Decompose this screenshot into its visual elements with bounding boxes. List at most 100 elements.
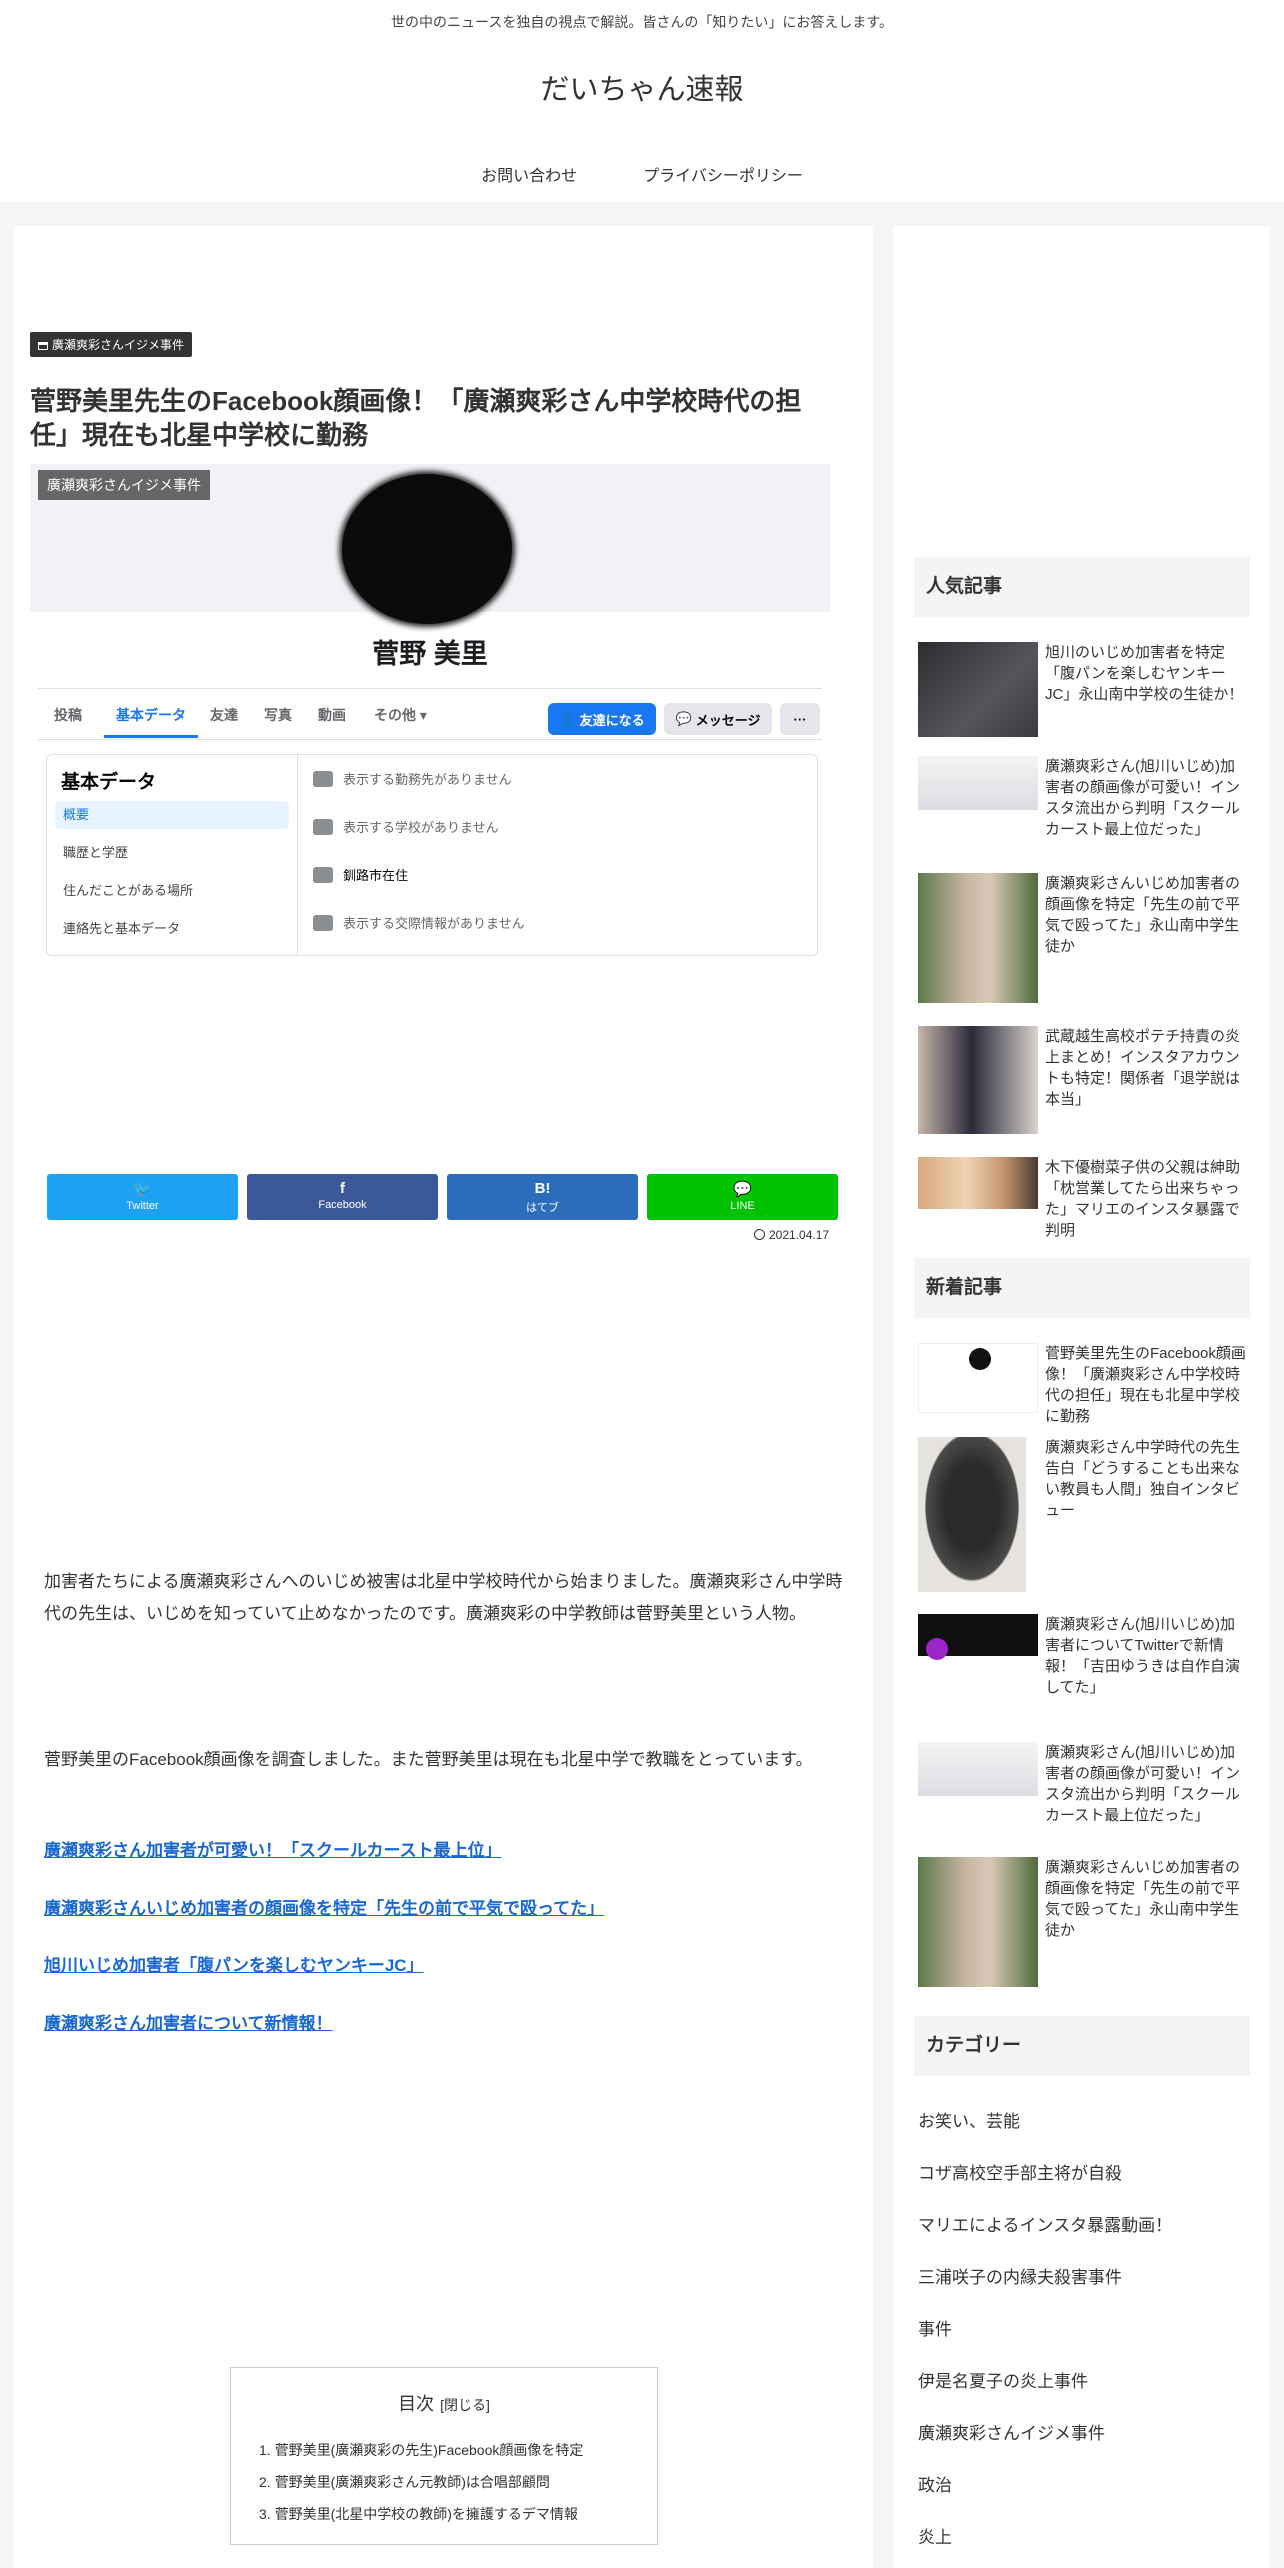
line-icon: 💬 <box>733 1181 752 1198</box>
new-post-thumbnail <box>918 1343 1038 1413</box>
folder-icon <box>38 342 48 350</box>
clock-icon <box>754 1229 765 1240</box>
category-heading: カテゴリー <box>914 2016 1250 2076</box>
fb-about-item: 職歴と学歴 <box>63 845 129 860</box>
fb-about-row-text: 釧路市在住 <box>343 868 409 883</box>
fb-message-label: メッセージ <box>695 712 761 728</box>
popular-item[interactable]: 武蔵越生高校ポテチ持責の炎上まとめ！インスタアカウントも特定！関係者「退学説は本… <box>918 1026 1248 1134</box>
share-twitter-button[interactable]: 🐦 Twitter <box>47 1174 238 1220</box>
add-friend-icon: 👤 <box>559 711 576 726</box>
popular-item-title: 木下優樹菜子供の父親は紳助「枕営業してたら出来ちゃった」マリエのインスタ暴露で判… <box>1045 1159 1241 1239</box>
fb-tab-more: その他 ▾ <box>374 707 427 723</box>
fb-message-button: 💬 メッセージ <box>664 703 772 735</box>
share-facebook-button[interactable]: f Facebook <box>247 1174 438 1220</box>
category-link[interactable]: コザ高校空手部主将が自殺 <box>918 2159 1122 2184</box>
fb-about-row-text: 表示する交際情報がありません <box>343 916 525 931</box>
fb-about-item: 連絡先と基本データ <box>63 921 181 936</box>
home-icon <box>313 866 333 883</box>
category-link[interactable]: お笑い、芸能 <box>918 2107 1020 2132</box>
related-link[interactable]: 廣瀬爽彩さんいじめ加害者の顔画像を特定「先生の前で平気で殴ってた」 <box>44 1894 604 1919</box>
related-link[interactable]: 廣瀬爽彩さん加害者について新情報！ <box>44 2009 333 2034</box>
share-label: Twitter <box>126 1200 159 1212</box>
fb-about-item: 住んだことがある場所 <box>63 883 194 898</box>
new-post-item[interactable]: 廣瀬爽彩さん(旭川いじめ)加害者の顔画像が可愛い！インスタ流出から判明「スクール… <box>918 1742 1248 1824</box>
new-posts-heading: 新着記事 <box>914 1258 1250 1318</box>
popular-item-title: 廣瀬爽彩さんいじめ加害者の顔画像を特定「先生の前で平気で殴ってた」永山南中学生徒… <box>1045 875 1241 955</box>
fb-tabs: 投稿 基本データ 友達 写真 動画 その他 ▾ 👤 友達になる 💬 メッセージ ··… <box>38 688 822 740</box>
site-tagline: 世の中のニュースを独自の視点で解説。皆さんの「知りたい」にお答えします。 <box>391 14 893 30</box>
toc-item[interactable]: 2. 菅野美里(廣瀬爽彩さん元教師)は合唱部顧問 <box>259 2472 550 2492</box>
post-date: 2021.04.17 <box>754 1228 829 1242</box>
toc-item[interactable]: 1. 菅野美里(廣瀬爽彩の先生)Facebook顔画像を特定 <box>259 2440 583 2460</box>
new-post-title: 廣瀬爽彩さんいじめ加害者の顔画像を特定「先生の前で平気で殴ってた」永山南中学生徒… <box>1045 1859 1241 1939</box>
twitter-icon: 🐦 <box>133 1181 152 1198</box>
toc-close-link[interactable]: [閉じる] <box>440 2397 490 2413</box>
new-post-title: 廣瀬爽彩さん(旭川いじめ)加害者についてTwitterで新情報！「吉田ゆうきは自… <box>1045 1616 1241 1696</box>
category-link[interactable]: 炎上 <box>918 2523 952 2548</box>
new-post-thumbnail <box>918 1742 1038 1796</box>
site-title-link[interactable]: だいちゃん速報 <box>0 66 1284 108</box>
table-of-contents: 目次 [閉じる] 1. 菅野美里(廣瀬爽彩の先生)Facebook顔画像を特定 2… <box>230 2367 658 2545</box>
new-post-item[interactable]: 廣瀬爽彩さん中学時代の先生告白「どうすることも出来ない教員も人間」独自インタビュ… <box>918 1437 1248 1592</box>
category-link[interactable]: 伊是名夏子の炎上事件 <box>918 2367 1088 2392</box>
main-nav: お問い合わせ プライバシーポリシー <box>0 158 1284 190</box>
site-header: 世の中のニュースを独自の視点で解説。皆さんの「知りたい」にお答えします。 だいち… <box>0 0 1284 202</box>
category-link[interactable]: 政治 <box>918 2471 952 2496</box>
category-link[interactable]: マリエによるインスタ暴露動画！ <box>918 2211 1172 2236</box>
fb-about-row: 表示する勤務先がありません <box>313 769 512 788</box>
category-link[interactable]: 廣瀬爽彩さんイジメ事件 <box>918 2419 1105 2444</box>
new-post-title: 廣瀬爽彩さん中学時代の先生告白「どうすることも出来ない教員も人間」独自インタビュ… <box>1045 1439 1241 1519</box>
briefcase-icon <box>313 770 333 787</box>
new-post-item[interactable]: 廣瀬爽彩さんいじめ加害者の顔画像を特定「先生の前で平気で殴ってた」永山南中学生徒… <box>918 1857 1248 1987</box>
nav-privacy-link[interactable]: プライバシーポリシー <box>637 158 809 190</box>
popular-item[interactable]: 廣瀬爽彩さんいじめ加害者の顔画像を特定「先生の前で平気で殴ってた」永山南中学生徒… <box>918 873 1248 1003</box>
category-link[interactable]: 事件 <box>918 2315 952 2340</box>
category-badge-label: 廣瀬爽彩さんイジメ事件 <box>52 338 185 352</box>
category-link[interactable]: 三浦咲子の内縁夫殺害事件 <box>918 2263 1122 2288</box>
popular-thumbnail <box>918 642 1038 737</box>
toc-item[interactable]: 3. 菅野美里(北星中学校の教師)を擁護するデマ情報 <box>259 2504 578 2524</box>
new-post-thumbnail <box>918 1614 1038 1724</box>
popular-item-title: 武蔵越生高校ポテチ持責の炎上まとめ！インスタアカウントも特定！関係者「退学説は本… <box>1045 1028 1241 1108</box>
messenger-icon: 💬 <box>675 711 692 726</box>
new-post-item[interactable]: 菅野美里先生のFacebook顔画像！「廣瀬爽彩さん中学校時代の担任」現在も北星… <box>918 1343 1248 1425</box>
share-line-button[interactable]: 💬 LINE <box>647 1174 838 1220</box>
fb-add-friend-label: 友達になる <box>579 712 645 728</box>
new-post-title: 廣瀬爽彩さん(旭川いじめ)加害者の顔画像が可愛い！インスタ流出から判明「スクール… <box>1045 1744 1241 1824</box>
fb-about-title: 基本データ <box>61 772 157 793</box>
nav-contact-link[interactable]: お問い合わせ <box>475 158 583 190</box>
share-label: はてブ <box>526 1202 559 1214</box>
popular-item[interactable]: 旭川のいじめ加害者を特定「腹パンを楽しむヤンキーJC」永山南中学校の生徒か！ <box>918 642 1248 737</box>
fb-about-row: 釧路市在住 <box>313 865 408 884</box>
post-date-text: 2021.04.17 <box>769 1228 830 1242</box>
related-link[interactable]: 廣瀬爽彩さん加害者が可愛い！「スクールカースト最上位」 <box>44 1836 502 1861</box>
share-hatena-button[interactable]: B! はてブ <box>447 1174 638 1220</box>
new-post-item[interactable]: 廣瀬爽彩さん(旭川いじめ)加害者についてTwitterで新情報！「吉田ゆうきは自… <box>918 1614 1248 1724</box>
article-paragraph: 菅野美里のFacebook顔画像を調査しました。また菅野美里は現在も北星中学で教… <box>44 1750 813 1769</box>
new-post-title: 菅野美里先生のFacebook顔画像！「廣瀬爽彩さん中学校時代の担任」現在も北星… <box>1045 1345 1246 1425</box>
fb-more-button: ··· <box>780 703 820 735</box>
article-title: 菅野美里先生のFacebook顔画像！「廣瀬爽彩さん中学校時代の担任」現在も北星… <box>30 386 802 450</box>
eyecatch-category-label: 廣瀬爽彩さんイジメ事件 <box>38 470 210 500</box>
popular-item[interactable]: 廣瀬爽彩さん(旭川いじめ)加害者の顔画像が可愛い！インスタ流出から判明「スクール… <box>918 756 1248 838</box>
popular-item-title: 廣瀬爽彩さん(旭川いじめ)加害者の顔画像が可愛い！インスタ流出から判明「スクール… <box>1045 758 1241 838</box>
fb-tab-about: 基本データ <box>104 707 198 738</box>
graduation-cap-icon <box>313 818 333 835</box>
redacted-profile-photo <box>342 474 512 624</box>
toc-title-text: 目次 <box>398 2394 435 2414</box>
related-link[interactable]: 旭川いじめ加害者「腹パンを楽しむヤンキーJC」 <box>44 1951 424 1976</box>
fb-tab-friends: 友達 <box>210 707 238 723</box>
facebook-icon: f <box>340 1180 345 1197</box>
fb-tab-videos: 動画 <box>318 707 346 723</box>
popular-thumbnail <box>918 1026 1038 1134</box>
avatar <box>926 1638 948 1660</box>
fb-about-panel: 基本データ 概要 職歴と学歴 住んだことがある場所 連絡先と基本データ 表示する… <box>46 754 818 956</box>
fb-about-item: 概要 <box>55 801 289 829</box>
fb-about-row: 表示する学校がありません <box>313 817 499 836</box>
fb-about-row: 表示する交際情報がありません <box>313 913 525 932</box>
popular-item-title: 旭川のいじめ加害者を特定「腹パンを楽しむヤンキーJC」永山南中学校の生徒か！ <box>1045 644 1244 703</box>
popular-item[interactable]: 木下優樹菜子供の父親は紳助「枕営業してたら出来ちゃった」マリエのインスタ暴露で判… <box>918 1157 1248 1239</box>
share-label: Facebook <box>318 1199 367 1211</box>
new-post-thumbnail <box>918 1857 1038 1987</box>
category-badge[interactable]: 廣瀬爽彩さんイジメ事件 <box>30 332 193 357</box>
